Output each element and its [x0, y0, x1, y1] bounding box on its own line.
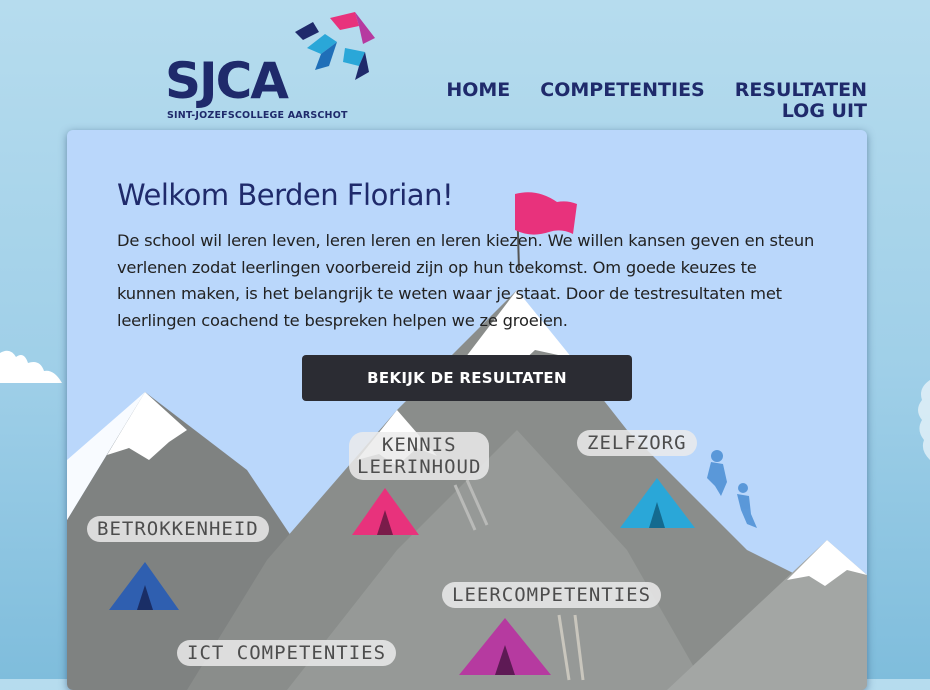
nav-home-link[interactable]: HOME: [446, 80, 510, 101]
nav-resultaten-link[interactable]: RESULTATEN: [735, 80, 867, 101]
camp-betrokkenheid-label[interactable]: BETROKKENHEID: [87, 516, 269, 542]
view-results-button[interactable]: BEKIJK DE RESULTATEN: [302, 355, 632, 401]
logo-wordmark: SJCA: [165, 52, 289, 110]
intro-text: De school wil leren leven, leren leren e…: [117, 231, 815, 330]
camp-kennis-line2: LEERINHOUD: [357, 456, 482, 478]
climbers-icon: [707, 450, 757, 528]
welcome-title: Welkom Berden Florian!: [117, 178, 454, 212]
cloud-right: [918, 380, 930, 460]
camp-kennis-line1: KENNIS: [381, 434, 457, 456]
logo-chevrons-icon: [295, 12, 375, 80]
camp-leercompetenties-label[interactable]: LEERCOMPETENTIES: [442, 582, 662, 608]
cloud-left: [0, 350, 62, 383]
sjca-logo[interactable]: SJCA SINT-JOZEFSCOLLEGE AARSCHOT: [165, 8, 380, 123]
nav-competenties-link[interactable]: COMPETENTIES: [540, 80, 704, 101]
main-nav: HOME COMPETENTIES RESULTATEN LOG UIT: [446, 80, 867, 122]
camp-zelfzorg-label[interactable]: ZELFZORG: [577, 430, 697, 456]
logo-subtitle: SINT-JOZEFSCOLLEGE AARSCHOT: [167, 110, 348, 121]
camp-kennis-label[interactable]: KENNIS LEERINHOUD: [349, 432, 490, 480]
nav-logout-link[interactable]: LOG UIT: [782, 101, 867, 122]
welcome-card: Welkom Berden Florian! De school wil ler…: [67, 130, 867, 690]
camp-ict-label[interactable]: ICT COMPETENTIES: [177, 640, 397, 666]
